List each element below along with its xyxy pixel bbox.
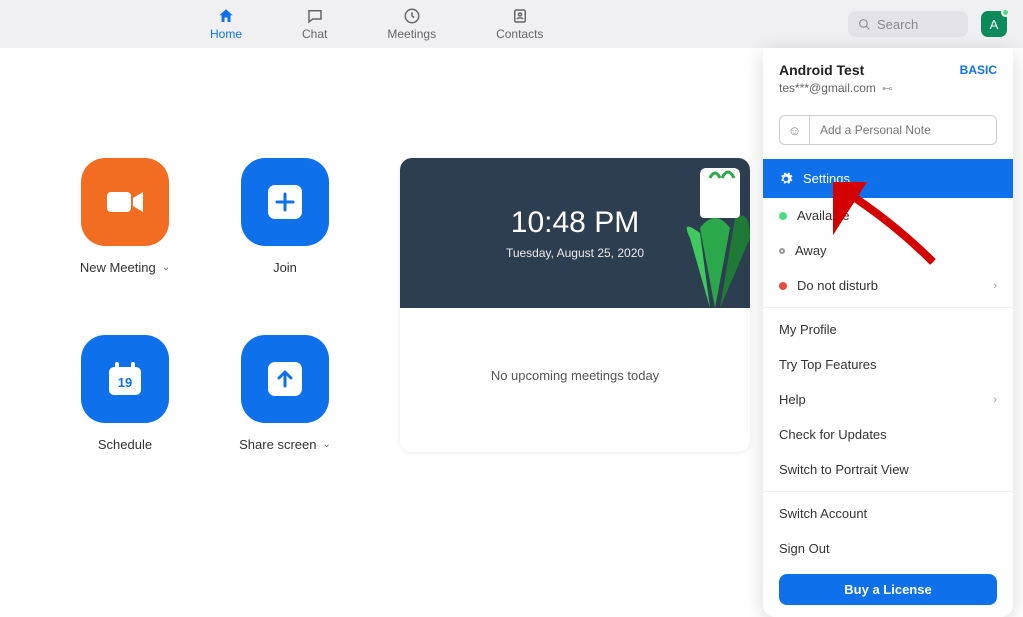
clock-icon bbox=[403, 7, 421, 25]
pot-decoration-icon bbox=[700, 168, 740, 218]
action-label: Join bbox=[273, 260, 297, 275]
portrait-view-item[interactable]: Switch to Portrait View bbox=[763, 452, 1013, 487]
share-screen-action[interactable]: Share screen ⌄ bbox=[220, 335, 350, 452]
status-dot-icon bbox=[779, 212, 787, 220]
check-updates-item[interactable]: Check for Updates bbox=[763, 417, 1013, 452]
status-dot-icon bbox=[779, 248, 785, 254]
nav-label: Chat bbox=[302, 27, 327, 41]
switch-account-item[interactable]: Switch Account bbox=[763, 496, 1013, 531]
emoji-icon[interactable]: ☺ bbox=[780, 116, 810, 144]
nav-meetings[interactable]: Meetings bbox=[387, 7, 436, 41]
action-grid: New Meeting ⌄ Join 19 Schedule Share scr… bbox=[60, 158, 350, 452]
meeting-panel: 10:48 PM Tuesday, August 25, 2020 No upc… bbox=[400, 158, 750, 452]
personal-note-field[interactable]: ☺ bbox=[779, 115, 997, 145]
calendar-icon: 19 bbox=[81, 335, 169, 423]
user-email: tes***@gmail.com ⊷ bbox=[779, 81, 997, 95]
settings-item[interactable]: Settings bbox=[763, 159, 1013, 198]
action-label: New Meeting ⌄ bbox=[80, 260, 170, 275]
current-time: 10:48 PM bbox=[511, 206, 639, 240]
gear-icon bbox=[779, 172, 793, 186]
avatar-initial: A bbox=[990, 17, 999, 32]
schedule-action[interactable]: 19 Schedule bbox=[60, 335, 190, 452]
nav-label: Home bbox=[210, 27, 242, 41]
account-badge: BASIC bbox=[960, 63, 997, 77]
current-date: Tuesday, August 25, 2020 bbox=[506, 246, 644, 260]
join-action[interactable]: Join bbox=[220, 158, 350, 275]
avatar[interactable]: A bbox=[981, 11, 1007, 37]
status-dot-icon bbox=[779, 282, 787, 290]
chevron-right-icon: › bbox=[993, 394, 997, 406]
action-label: Share screen ⌄ bbox=[239, 437, 331, 452]
search-placeholder: Search bbox=[877, 17, 918, 32]
contacts-icon bbox=[511, 7, 529, 25]
nav-home[interactable]: Home bbox=[210, 7, 242, 41]
my-profile-item[interactable]: My Profile bbox=[763, 312, 1013, 347]
nav-contacts[interactable]: Contacts bbox=[496, 7, 543, 41]
dropdown-header: Android Test BASIC tes***@gmail.com ⊷ bbox=[763, 48, 1013, 105]
status-dnd[interactable]: Do not disturb › bbox=[763, 268, 1013, 303]
topbar: Home Chat Meetings Contacts Search A bbox=[0, 0, 1023, 48]
nav-chat[interactable]: Chat bbox=[302, 7, 327, 41]
search-icon bbox=[858, 18, 871, 31]
divider bbox=[763, 491, 1013, 492]
chat-icon bbox=[306, 7, 324, 25]
main-nav: Home Chat Meetings Contacts bbox=[210, 7, 543, 41]
search-input[interactable]: Search bbox=[848, 11, 968, 37]
meeting-hero: 10:48 PM Tuesday, August 25, 2020 bbox=[400, 158, 750, 308]
plus-icon bbox=[241, 158, 329, 246]
video-icon bbox=[81, 158, 169, 246]
sign-out-item[interactable]: Sign Out bbox=[763, 531, 1013, 566]
share-icon bbox=[241, 335, 329, 423]
home-icon bbox=[217, 7, 235, 25]
help-item[interactable]: Help › bbox=[763, 382, 1013, 417]
new-meeting-action[interactable]: New Meeting ⌄ bbox=[60, 158, 190, 275]
svg-text:19: 19 bbox=[118, 375, 132, 390]
chevron-right-icon: › bbox=[993, 280, 997, 292]
no-meetings-text: No upcoming meetings today bbox=[400, 308, 750, 443]
personal-note-input[interactable] bbox=[810, 116, 996, 144]
profile-dropdown: Android Test BASIC tes***@gmail.com ⊷ ☺ … bbox=[763, 48, 1013, 617]
buy-license-button[interactable]: Buy a License bbox=[779, 574, 997, 605]
nav-label: Contacts bbox=[496, 27, 543, 41]
divider bbox=[763, 307, 1013, 308]
try-top-features-item[interactable]: Try Top Features bbox=[763, 347, 1013, 382]
status-away[interactable]: Away bbox=[763, 233, 1013, 268]
presence-dot-icon bbox=[1001, 8, 1010, 17]
chevron-down-icon[interactable]: ⌄ bbox=[322, 439, 330, 450]
user-name: Android Test bbox=[779, 62, 864, 78]
action-label: Schedule bbox=[98, 437, 152, 452]
chevron-down-icon[interactable]: ⌄ bbox=[162, 262, 170, 273]
status-available[interactable]: Available bbox=[763, 198, 1013, 233]
hide-icon[interactable]: ⊷ bbox=[882, 82, 893, 95]
nav-label: Meetings bbox=[387, 27, 436, 41]
